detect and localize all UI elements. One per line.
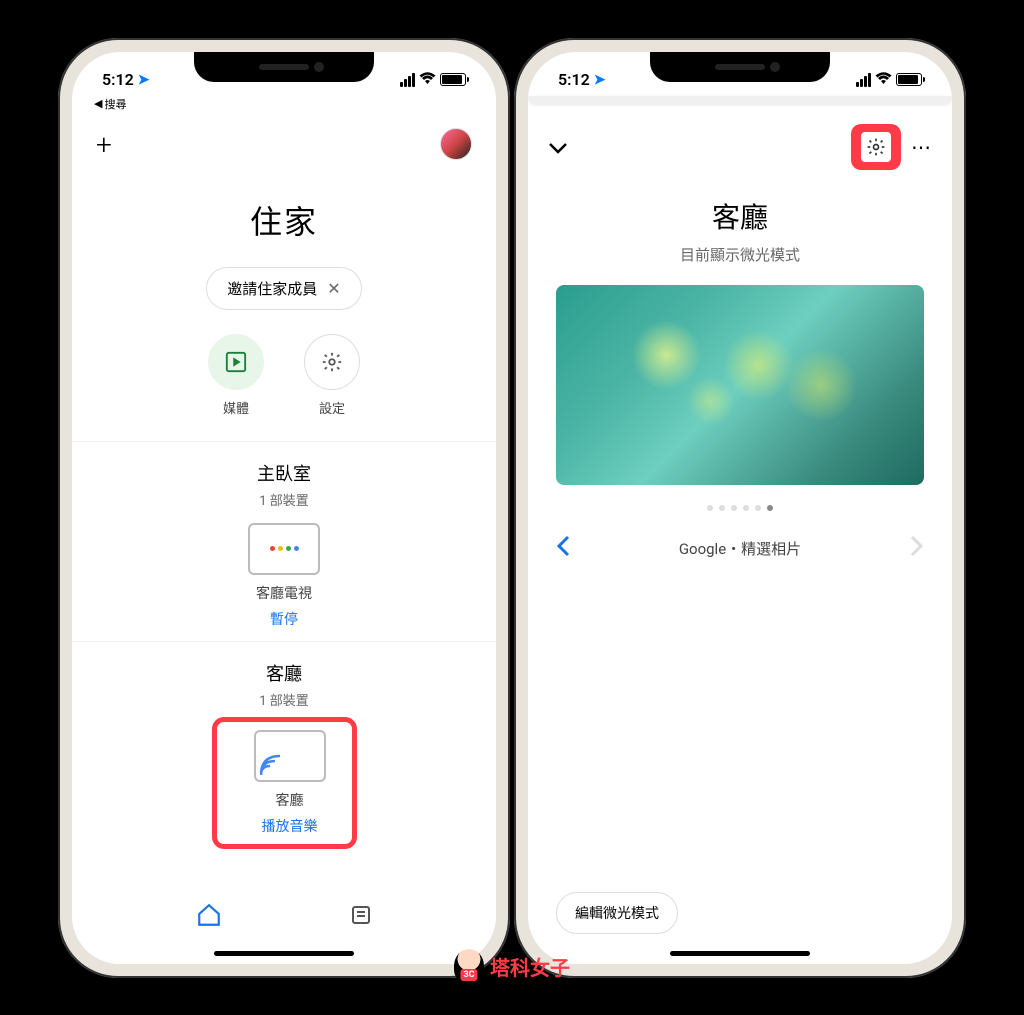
home-title: 住家: [72, 197, 496, 243]
room-name: 客廳: [72, 660, 496, 686]
more-button[interactable]: ⋯: [911, 135, 932, 159]
carousel-controls: Google・精選相片: [528, 511, 952, 587]
settings-button[interactable]: [861, 132, 891, 162]
collapse-button[interactable]: [548, 135, 568, 159]
cast-icon: [254, 730, 326, 782]
room-device-count: 1 部裝置: [72, 490, 496, 509]
room-name: 主臥室: [72, 460, 496, 486]
detail-header: ⋯: [528, 108, 952, 186]
avatar[interactable]: [440, 128, 472, 160]
add-button[interactable]: +: [96, 128, 112, 161]
device-tile-cast[interactable]: 客廳 播放音樂: [225, 730, 355, 836]
location-icon: ➤: [594, 72, 606, 88]
room-section-bedroom: 主臥室 1 部裝置 客廳電視 暫停: [72, 441, 496, 641]
status-time: 5:12: [102, 70, 134, 89]
carousel-label: Google・精選相片: [679, 538, 801, 559]
battery-icon: [896, 73, 922, 86]
watermark-avatar-icon: 3C: [454, 949, 484, 983]
next-button[interactable]: [910, 535, 924, 563]
invite-member-chip[interactable]: 邀請住家成員 ✕: [206, 267, 361, 310]
tv-icon: [248, 523, 320, 575]
watermark-badge: 3C: [460, 969, 477, 981]
invite-label: 邀請住家成員: [227, 278, 317, 299]
action-row: 媒體 設定: [72, 334, 496, 417]
settings-label: 設定: [319, 398, 345, 417]
media-label: 媒體: [223, 398, 249, 417]
room-section-living: 客廳 1 部裝置 客廳 播放音樂: [72, 641, 496, 861]
settings-button[interactable]: 設定: [304, 334, 360, 417]
room-device-count: 1 部裝置: [72, 690, 496, 709]
home-indicator: [670, 951, 810, 956]
device-action-playmusic[interactable]: 播放音樂: [225, 816, 355, 836]
app-header: +: [72, 112, 496, 177]
gear-icon: [866, 137, 886, 157]
media-button[interactable]: 媒體: [208, 334, 264, 417]
device-name: 客廳: [225, 790, 355, 810]
device-name: 客廳電視: [219, 583, 349, 603]
highlight-annotation: [851, 124, 901, 170]
watermark-text: 塔科女子: [490, 952, 570, 981]
device-tile-tv[interactable]: 客廳電視 暫停: [219, 523, 349, 629]
prev-button[interactable]: [556, 535, 570, 563]
battery-icon: [440, 73, 466, 86]
notch: [194, 52, 374, 82]
phone-mockup-right: 5:12 ➤ ⋯: [514, 38, 966, 978]
wifi-icon: [419, 71, 436, 89]
edit-ambient-button[interactable]: 編輯微光模式: [556, 892, 678, 934]
home-indicator: [214, 951, 354, 956]
signal-icon: [400, 73, 415, 87]
phone-mockup-left: 5:12 ➤ ◀ 搜尋 + 住家 邀請住家成員 ✕: [58, 38, 510, 978]
device-title: 客廳: [528, 196, 952, 236]
home-tab-icon[interactable]: [196, 902, 222, 934]
screen: 5:12 ➤ ⋯: [528, 52, 952, 964]
screen: 5:12 ➤ ◀ 搜尋 + 住家 邀請住家成員 ✕: [72, 52, 496, 964]
watermark: 3C 塔科女子: [454, 949, 570, 983]
ambient-preview-image[interactable]: [556, 285, 924, 485]
feed-tab-icon[interactable]: [349, 903, 373, 933]
back-to-search[interactable]: ◀ 搜尋: [72, 96, 496, 112]
status-time: 5:12: [558, 70, 590, 89]
highlight-annotation: 客廳 播放音樂: [212, 717, 357, 849]
play-icon: [208, 334, 264, 390]
chevron-left-icon: ◀: [94, 97, 102, 110]
signal-icon: [856, 73, 871, 87]
wifi-icon: [875, 71, 892, 89]
gear-icon: [304, 334, 360, 390]
close-icon[interactable]: ✕: [327, 279, 340, 298]
location-icon: ➤: [138, 72, 150, 88]
device-action-pause[interactable]: 暫停: [219, 609, 349, 629]
sheet-edge: [528, 96, 952, 104]
device-subtitle: 目前顯示微光模式: [528, 244, 952, 265]
notch: [650, 52, 830, 82]
